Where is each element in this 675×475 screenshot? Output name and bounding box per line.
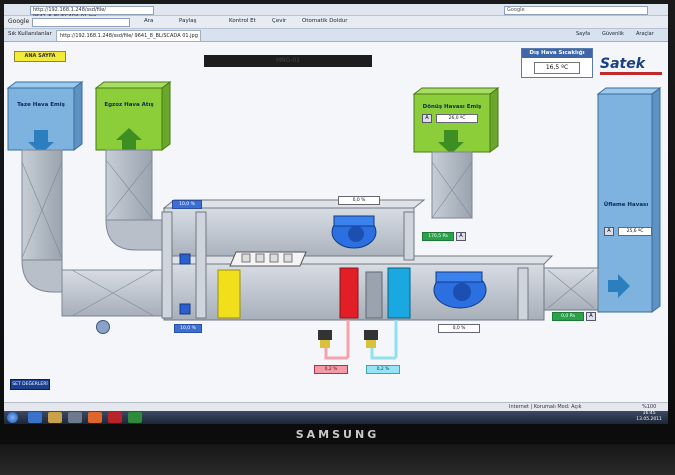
cooling-valve-value: 0,2 % bbox=[366, 365, 400, 374]
folder-icon[interactable] bbox=[48, 412, 62, 423]
google-toolbar: Google Ara Paylaş Kontrol Et Çevir Otoma… bbox=[4, 16, 668, 29]
supply-air-value: 25,6 ºC bbox=[618, 227, 652, 236]
damper-top-value: 10,0 % bbox=[172, 200, 202, 209]
ie-icon[interactable] bbox=[28, 412, 42, 423]
return-alarm-icon[interactable]: A bbox=[422, 114, 432, 123]
ahu-diagram bbox=[6, 81, 662, 360]
fresh-air-label: Taze Hava Emiş bbox=[17, 102, 65, 108]
return-fan-pressure: 170,5 Pa bbox=[422, 232, 454, 241]
browser-tab[interactable]: http://192.168.1.248/ssd/file/ 9641_8_BL… bbox=[56, 30, 201, 41]
set-values-button[interactable]: SET DEĞERLERİ bbox=[10, 379, 50, 390]
security-menu[interactable]: Güvenlik bbox=[602, 31, 624, 37]
monitor-base bbox=[0, 444, 675, 475]
heater-coil bbox=[339, 267, 359, 319]
return-air-value: 26,0 ºC bbox=[436, 114, 478, 123]
supply-air-label: Üfleme Havası bbox=[603, 202, 649, 208]
address-bar[interactable]: http://192.168.1.248/ssd/file/ 9641_8_BL… bbox=[30, 6, 154, 20]
browser-search-input[interactable]: Google bbox=[504, 6, 648, 15]
supply-alarm-icon[interactable]: A bbox=[604, 227, 614, 236]
damper-bottom-value: 10,0 % bbox=[174, 324, 202, 333]
damper-mid-value: 0,0 % bbox=[338, 196, 380, 205]
exhaust-label: Egzoz Hava Atış bbox=[104, 102, 154, 108]
firefox-icon[interactable] bbox=[88, 412, 102, 423]
scada-canvas: ANA SAYFA MNG-01 Dış Hava Sıcaklığı 16,5… bbox=[4, 42, 668, 402]
tools-menu[interactable]: Araçlar bbox=[636, 31, 654, 37]
clock-date: 13.05.2011 bbox=[636, 417, 662, 422]
cooler-coil bbox=[387, 267, 411, 319]
favorites-bar: Sık Kullanılanlar http://192.168.1.248/s… bbox=[4, 29, 668, 42]
check-button[interactable]: Kontrol Et bbox=[229, 18, 256, 24]
excel-icon[interactable] bbox=[128, 412, 142, 423]
page-menu[interactable]: Sayfa bbox=[576, 31, 590, 37]
browser-title-bar: http://192.168.1.248/ssd/file/ 9641_8_BL… bbox=[4, 4, 668, 20]
favorites-label[interactable]: Sık Kullanılanlar bbox=[8, 31, 52, 37]
media-icon[interactable] bbox=[68, 412, 82, 423]
autofill-button[interactable]: Otomatik Doldur bbox=[302, 18, 348, 24]
settings-round-button[interactable] bbox=[96, 320, 110, 334]
search-button[interactable]: Ara bbox=[144, 18, 153, 24]
screen: http://192.168.1.248/ssd/file/ 9641_8_BL… bbox=[4, 4, 668, 424]
monitor-brand: SAMSUNG bbox=[295, 428, 380, 441]
google-search-input[interactable] bbox=[32, 18, 130, 27]
share-button[interactable]: Paylaş bbox=[179, 18, 196, 24]
start-button[interactable] bbox=[7, 412, 18, 423]
monitor-bezel: http://192.168.1.248/ssd/file/ 9641_8_BL… bbox=[0, 0, 675, 475]
windows-taskbar: 16:45 13.05.2011 bbox=[4, 411, 668, 424]
heating-valve-value: 0,2 % bbox=[314, 365, 348, 374]
filter-value: 0,0 Pa bbox=[552, 312, 584, 321]
taskbar-clock[interactable]: 16:45 13.05.2011 bbox=[636, 411, 662, 423]
google-label: Google bbox=[8, 18, 30, 25]
translate-button[interactable]: Çevir bbox=[272, 18, 286, 24]
return-air-label: Dönüş Havası Emiş bbox=[422, 104, 482, 110]
supply-fan-value: 0,0 % bbox=[438, 324, 480, 333]
filter-alarm-icon[interactable]: A bbox=[586, 312, 596, 321]
video-icon[interactable] bbox=[108, 412, 122, 423]
fan-alarm-icon[interactable]: A bbox=[456, 232, 466, 241]
